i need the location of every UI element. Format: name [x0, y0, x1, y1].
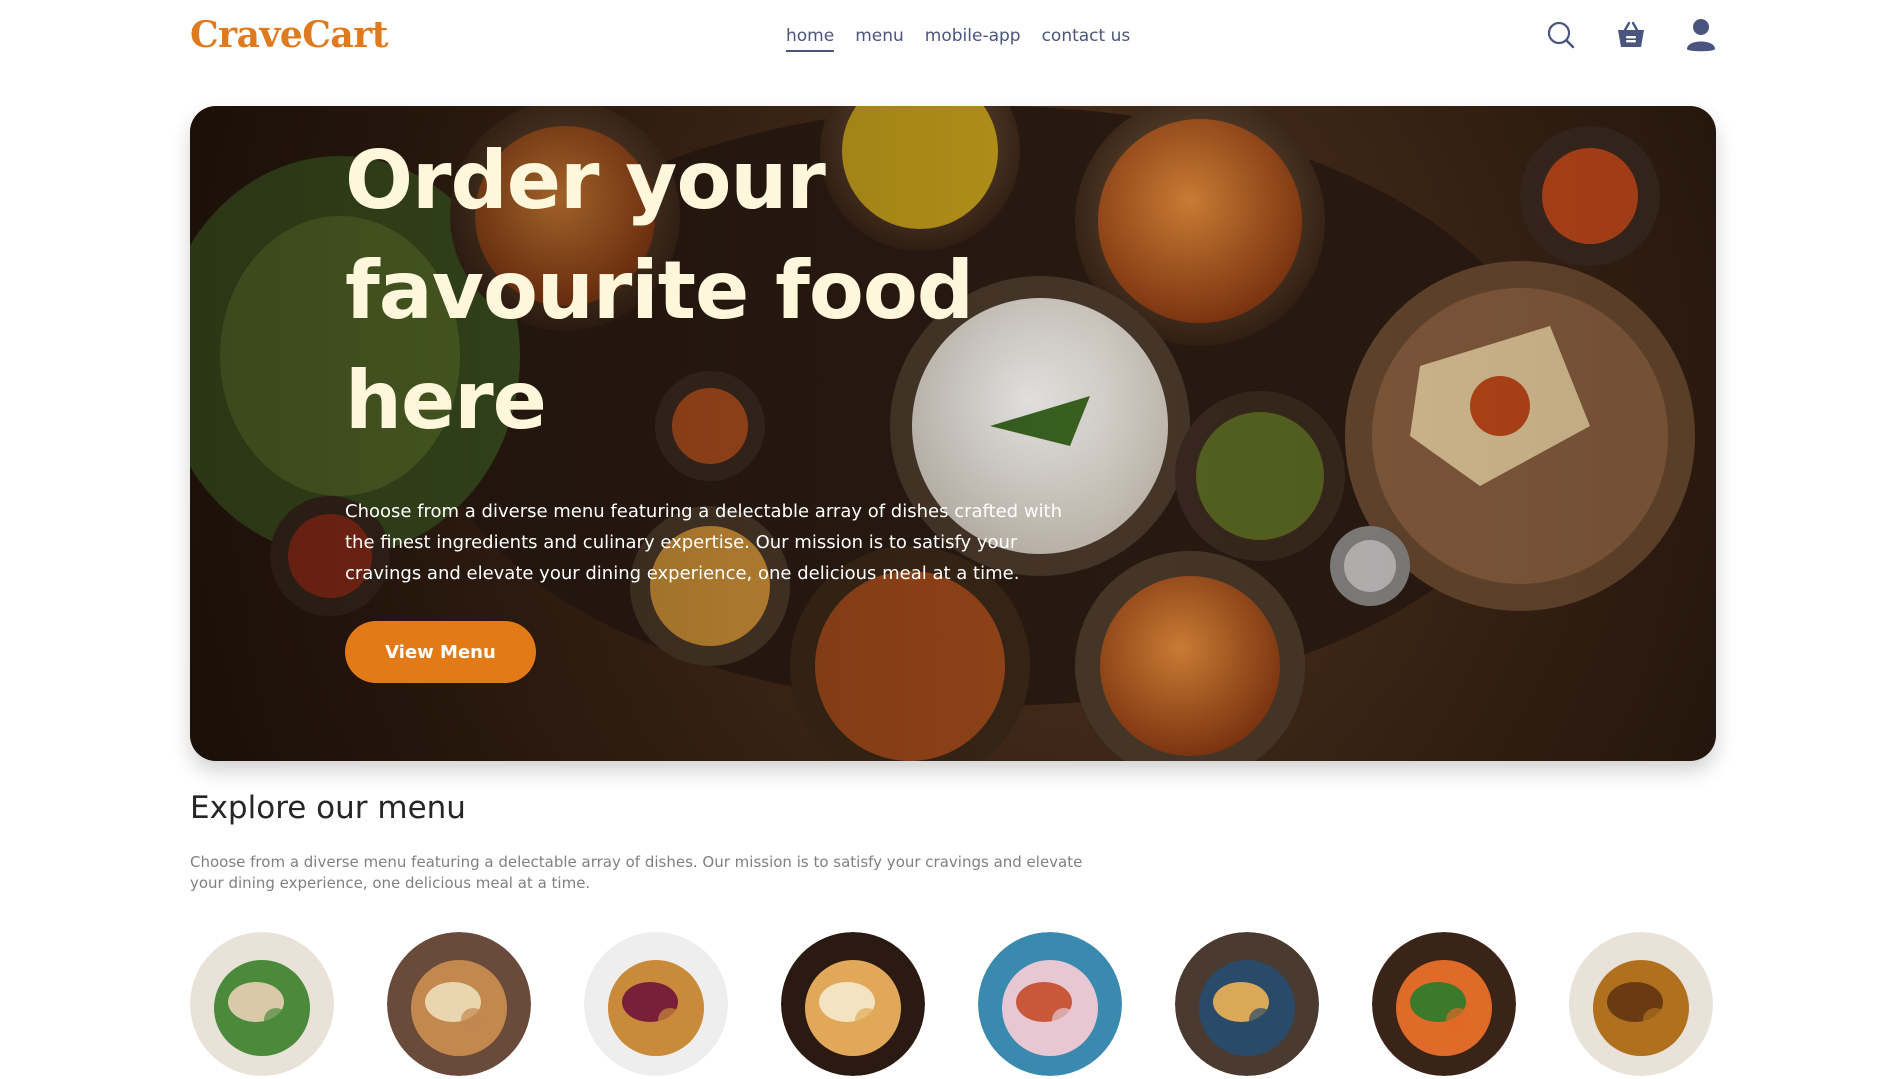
explore-menu-list [190, 932, 1713, 1076]
basket-icon[interactable] [1616, 18, 1646, 52]
nav-right [1546, 18, 1716, 52]
menu-item-1[interactable] [190, 932, 334, 1076]
menu-item-2[interactable] [387, 932, 531, 1076]
sandwich-icon [781, 932, 925, 1076]
salad-icon [190, 932, 334, 1076]
hero-text: Choose from a diverse menu featuring a d… [345, 501, 1063, 584]
profile-icon[interactable] [1686, 18, 1716, 52]
menu-item-3[interactable] [584, 932, 728, 1076]
rice-bowl-icon [1175, 932, 1319, 1076]
menu-item-6[interactable] [1175, 932, 1319, 1076]
noodles-icon [1569, 932, 1713, 1076]
view-menu-button[interactable]: View Menu [345, 621, 536, 683]
menu-item-5[interactable] [978, 932, 1122, 1076]
dessert-icon [584, 932, 728, 1076]
menu-item-7[interactable] [1372, 932, 1516, 1076]
hero-banner: Order your favourite food here Choose fr… [190, 106, 1716, 761]
nav-link-home[interactable]: home [786, 26, 835, 52]
navbar: CraveCart home menu mobile-app contact u… [0, 0, 1896, 74]
logo[interactable]: CraveCart [190, 14, 388, 56]
menu-item-4[interactable] [781, 932, 925, 1076]
hero-title: Order your favourite food here [345, 134, 974, 447]
nav-link-mobile-app[interactable]: mobile-app [925, 26, 1021, 52]
pasta-icon [1372, 932, 1516, 1076]
explore-menu-text: Choose from a diverse menu featuring a d… [190, 853, 1083, 892]
search-icon[interactable] [1546, 18, 1576, 52]
nav-link-menu[interactable]: menu [855, 26, 904, 52]
cake-icon [978, 932, 1122, 1076]
menu-item-8[interactable] [1569, 932, 1713, 1076]
nav-menu: home menu mobile-app contact us [786, 26, 1130, 52]
roll-icon [387, 932, 531, 1076]
nav-link-contact-us[interactable]: contact us [1042, 26, 1131, 52]
explore-menu-title: Explore our menu [190, 790, 466, 826]
hero-content: Order your favourite food here Choose fr… [345, 126, 1105, 683]
